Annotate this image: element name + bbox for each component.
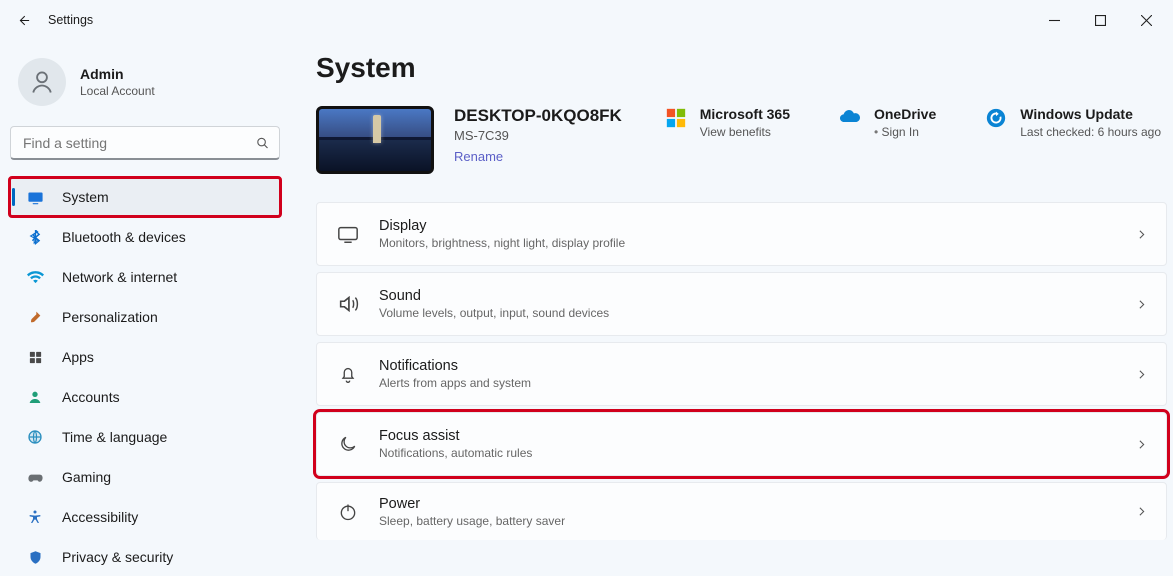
card-sound[interactable]: Sound Volume levels, output, input, soun…	[316, 272, 1167, 336]
apps-icon	[24, 350, 46, 365]
sidebar-item-label: Accounts	[62, 389, 120, 405]
onedrive-icon	[838, 106, 862, 130]
chevron-right-icon	[1135, 438, 1148, 451]
avatar	[18, 58, 66, 106]
sidebar-item-accessibility[interactable]: Accessibility	[10, 498, 280, 536]
account-block[interactable]: Admin Local Account	[10, 48, 280, 124]
page-title: System	[316, 52, 1167, 84]
card-title: Notifications	[379, 358, 531, 374]
accessibility-icon	[24, 509, 46, 525]
maximize-button[interactable]	[1077, 5, 1123, 35]
chevron-right-icon	[1135, 368, 1148, 381]
sidebar-item-label: Network & internet	[62, 269, 177, 285]
sidebar-item-label: System	[62, 189, 109, 205]
sidebar-item-time[interactable]: Time & language	[10, 418, 280, 456]
sidebar-item-bluetooth[interactable]: Bluetooth & devices	[10, 218, 280, 256]
settings-cards: Display Monitors, brightness, night ligh…	[316, 202, 1167, 540]
card-title: Focus assist	[379, 428, 532, 444]
sidebar-item-gaming[interactable]: Gaming	[10, 458, 280, 496]
tile-title: Windows Update	[1020, 106, 1161, 122]
sidebar-item-label: Accessibility	[62, 509, 138, 525]
tile-title: Microsoft 365	[700, 106, 790, 122]
card-sub: Monitors, brightness, night light, displ…	[379, 236, 625, 250]
search-box	[10, 126, 280, 160]
account-name: Admin	[80, 66, 155, 82]
sidebar-item-system[interactable]: System	[10, 178, 280, 216]
account-type: Local Account	[80, 84, 155, 98]
shield-icon	[24, 550, 46, 565]
tile-sub: Last checked: 6 hours ago	[1020, 125, 1161, 139]
card-sub: Volume levels, output, input, sound devi…	[379, 306, 609, 320]
sidebar-item-network[interactable]: Network & internet	[10, 258, 280, 296]
user-icon	[24, 389, 46, 405]
device-row: DESKTOP-0KQO8FK MS-7C39 Rename Microsoft…	[316, 106, 1167, 174]
system-icon	[24, 189, 46, 206]
titlebar: Settings	[0, 0, 1173, 40]
microsoft-icon	[664, 106, 688, 130]
update-icon	[984, 106, 1008, 130]
card-title: Sound	[379, 288, 609, 304]
close-button[interactable]	[1123, 5, 1169, 35]
wifi-icon	[24, 269, 46, 286]
moon-icon	[335, 434, 361, 454]
sound-icon	[335, 293, 361, 315]
sidebar-item-apps[interactable]: Apps	[10, 338, 280, 376]
search-icon	[255, 136, 270, 151]
sidebar-item-privacy[interactable]: Privacy & security	[10, 538, 280, 576]
sidebar-item-accounts[interactable]: Accounts	[10, 378, 280, 416]
bell-icon	[335, 364, 361, 384]
chevron-right-icon	[1135, 228, 1148, 241]
card-title: Display	[379, 218, 625, 234]
card-title: Power	[379, 496, 565, 512]
sidebar-item-label: Personalization	[62, 309, 158, 325]
sidebar: Admin Local Account System Bluetooth &	[0, 40, 290, 573]
nav-list: System Bluetooth & devices Network & int…	[10, 178, 280, 576]
device-model: MS-7C39	[454, 128, 622, 143]
sidebar-item-label: Time & language	[62, 429, 167, 445]
chevron-right-icon	[1135, 298, 1148, 311]
tile-sub: Sign In	[874, 125, 936, 139]
main-content: System DESKTOP-0KQO8FK MS-7C39 Rename Mi…	[290, 40, 1173, 573]
device-thumbnail[interactable]	[316, 106, 434, 174]
sidebar-item-personalization[interactable]: Personalization	[10, 298, 280, 336]
sidebar-item-label: Privacy & security	[62, 549, 173, 565]
brush-icon	[24, 309, 46, 325]
power-icon	[335, 502, 361, 522]
card-sub: Sleep, battery usage, battery saver	[379, 514, 565, 528]
card-sub: Notifications, automatic rules	[379, 446, 532, 460]
card-focus-assist[interactable]: Focus assist Notifications, automatic ru…	[316, 412, 1167, 476]
sidebar-item-label: Apps	[62, 349, 94, 365]
card-display[interactable]: Display Monitors, brightness, night ligh…	[316, 202, 1167, 266]
card-sub: Alerts from apps and system	[379, 376, 531, 390]
card-power[interactable]: Power Sleep, battery usage, battery save…	[316, 482, 1167, 540]
device-name: DESKTOP-0KQO8FK	[454, 106, 622, 126]
display-icon	[335, 223, 361, 245]
tile-microsoft365[interactable]: Microsoft 365 View benefits	[664, 106, 790, 139]
tile-windows-update[interactable]: Windows Update Last checked: 6 hours ago	[984, 106, 1161, 139]
sidebar-item-label: Bluetooth & devices	[62, 229, 186, 245]
globe-icon	[24, 429, 46, 445]
chevron-right-icon	[1135, 505, 1148, 518]
window-title: Settings	[48, 13, 93, 27]
tile-title: OneDrive	[874, 106, 936, 122]
gamepad-icon	[24, 469, 46, 486]
window-controls	[1031, 5, 1169, 35]
minimize-button[interactable]	[1031, 5, 1077, 35]
tile-onedrive[interactable]: OneDrive Sign In	[838, 106, 936, 139]
search-input[interactable]	[10, 126, 280, 160]
back-button[interactable]	[4, 1, 42, 39]
sidebar-item-label: Gaming	[62, 469, 111, 485]
tile-sub: View benefits	[700, 125, 790, 139]
rename-link[interactable]: Rename	[454, 149, 503, 164]
card-notifications[interactable]: Notifications Alerts from apps and syste…	[316, 342, 1167, 406]
bluetooth-icon	[24, 230, 46, 245]
